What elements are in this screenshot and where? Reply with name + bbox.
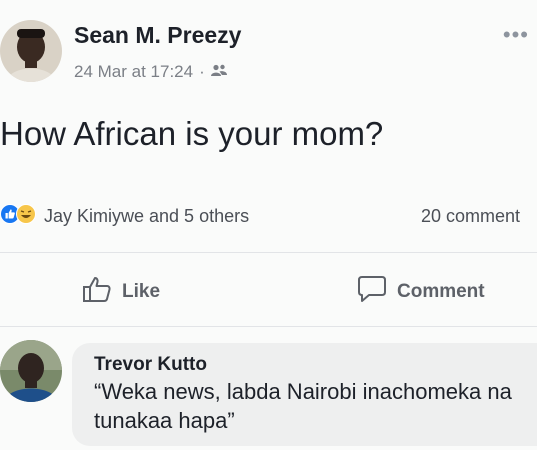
author-name[interactable]: Sean M. Preezy: [74, 22, 241, 49]
thumbs-up-icon: [82, 275, 112, 309]
comment-bubble: Trevor Kutto “Weka news, labda Nairobi i…: [72, 343, 537, 446]
comment-button[interactable]: Comment: [357, 275, 485, 309]
speech-bubble-icon: [357, 275, 387, 309]
post-card: Sean M. Preezy 24 Mar at 17:24 · ••• How…: [0, 0, 537, 450]
comment-label: Comment: [397, 281, 485, 302]
commenter-name[interactable]: Trevor Kutto: [94, 353, 537, 377]
comment-text: “Weka news, labda Nairobi inachomeka na …: [94, 379, 512, 433]
more-dots-icon[interactable]: •••: [503, 22, 529, 48]
divider: [0, 252, 537, 253]
post-text: How African is your mom?: [0, 115, 384, 152]
like-label: Like: [122, 281, 161, 302]
reaction-names[interactable]: Jay Kimiywe and 5 others: [44, 206, 249, 227]
friends-icon[interactable]: [210, 62, 227, 82]
commenter-avatar[interactable]: [0, 340, 62, 402]
divider: [0, 326, 537, 327]
post-meta: 24 Mar at 17:24 ·: [74, 62, 227, 82]
like-button[interactable]: Like: [82, 275, 160, 309]
haha-reaction-icon: [16, 204, 36, 229]
comments-count[interactable]: 20 comment: [421, 206, 520, 227]
reactions-summary[interactable]: Jay Kimiywe and 5 others: [0, 204, 249, 229]
author-avatar[interactable]: [0, 20, 62, 82]
post-date[interactable]: 24 Mar at 17:24: [74, 62, 193, 82]
meta-separator: ·: [199, 62, 205, 81]
